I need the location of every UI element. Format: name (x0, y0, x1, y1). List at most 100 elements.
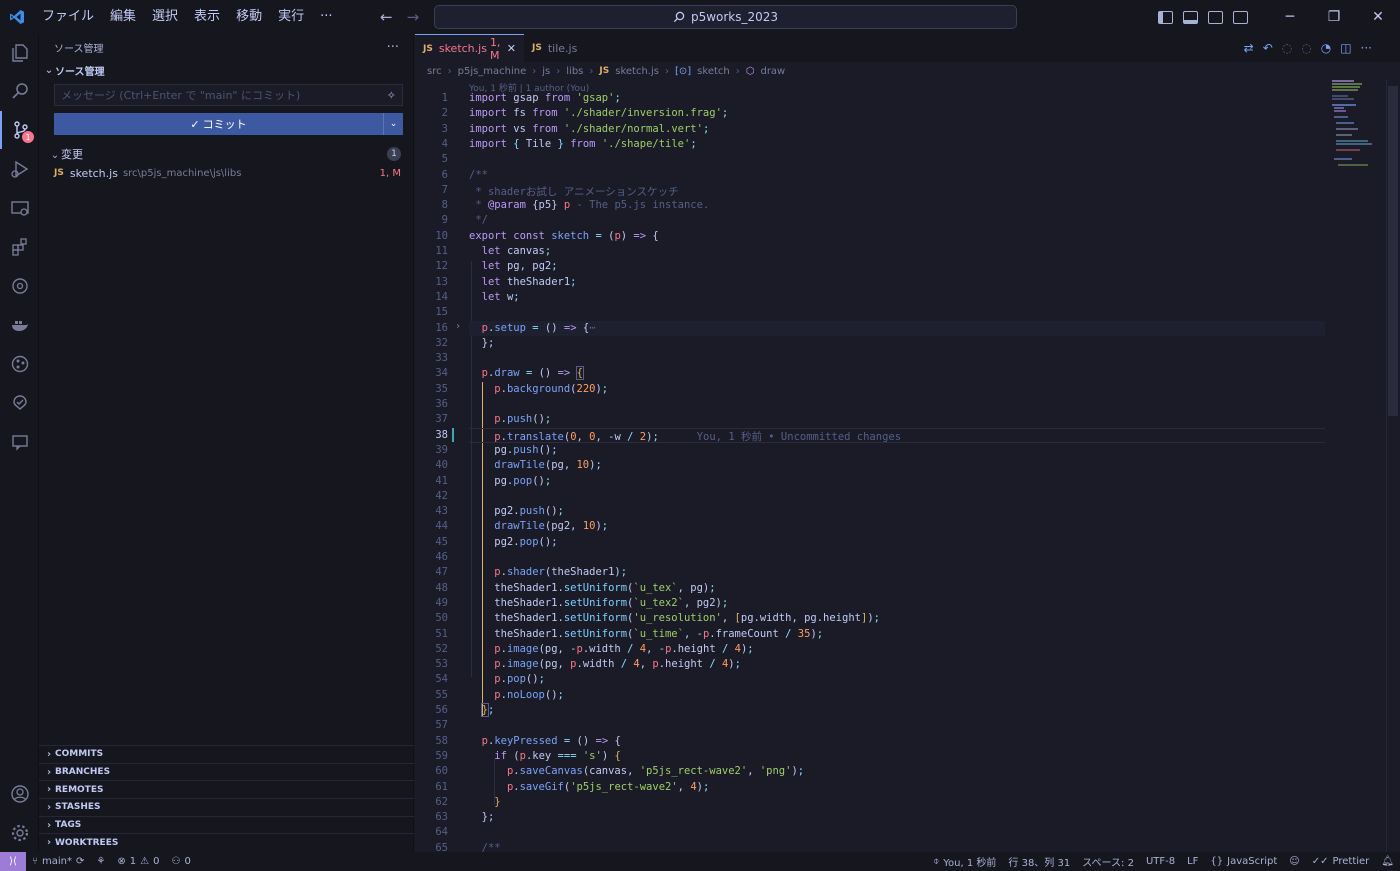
search-sidebar-icon[interactable] (0, 72, 39, 110)
editor-area: JS sketch.js 1, M ✕ JS tile.js ⇄ ↶ ◌ ◌ ◔… (415, 34, 1400, 854)
breadcrumb-item[interactable]: sketch.js (615, 66, 659, 77)
scm-section-header[interactable]: ⌄ ソース管理 (39, 60, 413, 80)
forward-arrow-icon[interactable]: → (407, 8, 420, 26)
worktrees-section-header[interactable]: › WORKTREES (39, 833, 414, 851)
menu-view[interactable]: 表示 (186, 0, 228, 34)
notifications-bell-icon[interactable]: 🔔︎ (1375, 856, 1400, 867)
line-number: 59 (435, 749, 448, 762)
close-tab-icon[interactable]: ✕ (507, 42, 516, 55)
comments-icon[interactable] (0, 423, 39, 461)
line-number: 63 (435, 811, 448, 824)
minimap[interactable] (1332, 80, 1386, 200)
docker-icon[interactable] (0, 306, 39, 344)
tags-section-header[interactable]: › TAGS (39, 815, 414, 834)
line-number: 12 (435, 260, 448, 273)
prettier-label: Prettier (1332, 856, 1370, 867)
open-changes-icon[interactable]: ⇄ (1244, 41, 1254, 55)
line-number: 45 (435, 535, 448, 548)
javascript-file-icon: JS (599, 66, 610, 76)
ports-indicator[interactable]: ⚇ 0 (165, 856, 196, 867)
toggle-primary-sidebar-icon[interactable] (1158, 10, 1173, 24)
more-actions-icon[interactable]: ··· (387, 40, 399, 55)
menu-more[interactable]: ··· (312, 0, 340, 34)
breadcrumb-item[interactable]: draw (760, 66, 785, 77)
timeline-icon[interactable]: ◔ (1321, 41, 1331, 55)
back-arrow-icon[interactable]: ← (380, 8, 393, 26)
breadcrumb-item[interactable]: p5js_machine (458, 66, 527, 77)
revert-icon[interactable]: ↶ (1263, 41, 1273, 55)
settings-gear-icon[interactable] (0, 814, 39, 852)
toggle-secondary-sidebar-icon[interactable] (1208, 10, 1223, 24)
tab-sketch-js[interactable]: JS sketch.js 1, M ✕ (415, 34, 524, 62)
menu-selection[interactable]: 選択 (144, 0, 186, 34)
branch-indicator[interactable]: ⑂ main* ⟳ (26, 856, 90, 867)
explorer-icon[interactable] (0, 34, 39, 72)
menu-edit[interactable]: 編集 (102, 0, 144, 34)
problems-indicator[interactable]: ⊗ 1 ⚠ 0 (111, 856, 165, 867)
restore-button[interactable]: ❐ (1312, 0, 1356, 34)
changed-file-row[interactable]: JS sketch.js src\p5js_machine\js\libs 1,… (39, 163, 413, 183)
changes-group-header[interactable]: ⌄ 変更 1 (39, 145, 413, 163)
menu-file[interactable]: ファイル (34, 0, 102, 34)
commit-dropdown-button[interactable]: ⌄ (383, 113, 403, 135)
testing-icon[interactable] (0, 267, 39, 305)
breadcrumb-item[interactable]: sketch (697, 66, 730, 77)
accounts-icon[interactable] (0, 775, 39, 813)
prettier-status[interactable]: ✓✓ Prettier (1306, 856, 1376, 867)
line-number: 8 (441, 199, 448, 212)
code-line: theShader1.setUniform(`u_time`, -p.frame… (469, 627, 824, 640)
git-graph-status-icon[interactable]: ⚘ (90, 856, 111, 867)
stashes-section-header[interactable]: › STASHES (39, 798, 414, 816)
remote-indicator-icon[interactable]: ⟩⟨ (0, 852, 26, 871)
customize-layout-icon[interactable] (1233, 10, 1248, 24)
chevron-right-icon: › (46, 837, 52, 849)
command-center-search[interactable]: p5works_2023 (434, 5, 1017, 29)
title-bar: ファイル 編集 選択 表示 移動 実行 ··· ← → p5works_2023… (0, 0, 1400, 34)
previous-change-icon[interactable]: ◌ (1282, 41, 1292, 55)
breadcrumb-item[interactable]: src (427, 66, 442, 77)
encoding[interactable]: UTF-8 (1140, 856, 1181, 867)
remotes-section-header[interactable]: › REMOTES (39, 780, 414, 798)
breadcrumb-item[interactable]: libs (566, 66, 583, 77)
warning-icon: ⚠ (140, 856, 150, 867)
extensions-icon[interactable] (0, 228, 39, 266)
menu-go[interactable]: 移動 (228, 0, 270, 34)
git-graph-icon[interactable] (0, 345, 39, 383)
scrollbar-thumb[interactable] (1388, 86, 1398, 416)
end-of-line[interactable]: LF (1181, 856, 1204, 867)
next-change-icon[interactable]: ◌ (1301, 41, 1311, 55)
commit-button[interactable]: ✓ コミット (54, 113, 383, 135)
method-icon: ⬡ (745, 65, 755, 77)
blame-status[interactable]: ⌽ You, 1 秒前 (927, 854, 1002, 869)
breadcrumb-item[interactable]: js (542, 66, 550, 77)
commits-section-header[interactable]: › COMMITS (39, 745, 414, 763)
variable-icon: [⊙] (674, 65, 692, 77)
status-bar: ⟩⟨ ⑂ main* ⟳ ⚘ ⊗ 1 ⚠ 0 ⚇ 0 ⌽ You, 1 秒前 行 38、… (0, 852, 1400, 871)
line-number: 44 (435, 520, 448, 533)
chevron-down-icon: ⌄ (50, 150, 60, 161)
indentation[interactable]: スペース: 2 (1076, 854, 1140, 869)
check-icon: ✓ (190, 117, 200, 131)
source-control-icon[interactable]: 1 (0, 111, 39, 149)
toggle-panel-icon[interactable] (1183, 10, 1198, 24)
close-window-button[interactable]: ✕ (1356, 0, 1400, 34)
remote-explorer-icon[interactable] (0, 189, 39, 227)
chevron-right-icon[interactable]: › (455, 321, 461, 332)
menu-run[interactable]: 実行 (270, 0, 312, 34)
gitlens-icon[interactable] (0, 384, 39, 422)
commit-message-input[interactable]: メッセージ (Ctrl+Enter で "main" にコミット) ✧ (54, 84, 403, 106)
minimize-button[interactable]: ─ (1268, 0, 1312, 34)
sync-icon[interactable]: ⟳ (76, 856, 84, 867)
line-number-current: 38 (435, 428, 448, 441)
copilot-icon[interactable]: ☺ (1283, 856, 1305, 867)
more-editor-actions-icon[interactable]: ··· (1361, 41, 1372, 55)
tab-tile-js[interactable]: JS tile.js (524, 34, 614, 62)
editor-tabs: JS sketch.js 1, M ✕ JS tile.js ⇄ ↶ ◌ ◌ ◔… (415, 34, 1400, 62)
vertical-scrollbar[interactable] (1386, 80, 1400, 852)
split-editor-icon[interactable]: ◫ (1340, 41, 1351, 55)
language-mode[interactable]: {} JavaScript (1204, 856, 1283, 867)
cursor-position[interactable]: 行 38、列 31 (1002, 854, 1076, 869)
run-debug-icon[interactable] (0, 150, 39, 188)
sparkle-icon[interactable]: ✧ (387, 89, 396, 102)
branches-section-header[interactable]: › BRANCHES (39, 762, 414, 781)
